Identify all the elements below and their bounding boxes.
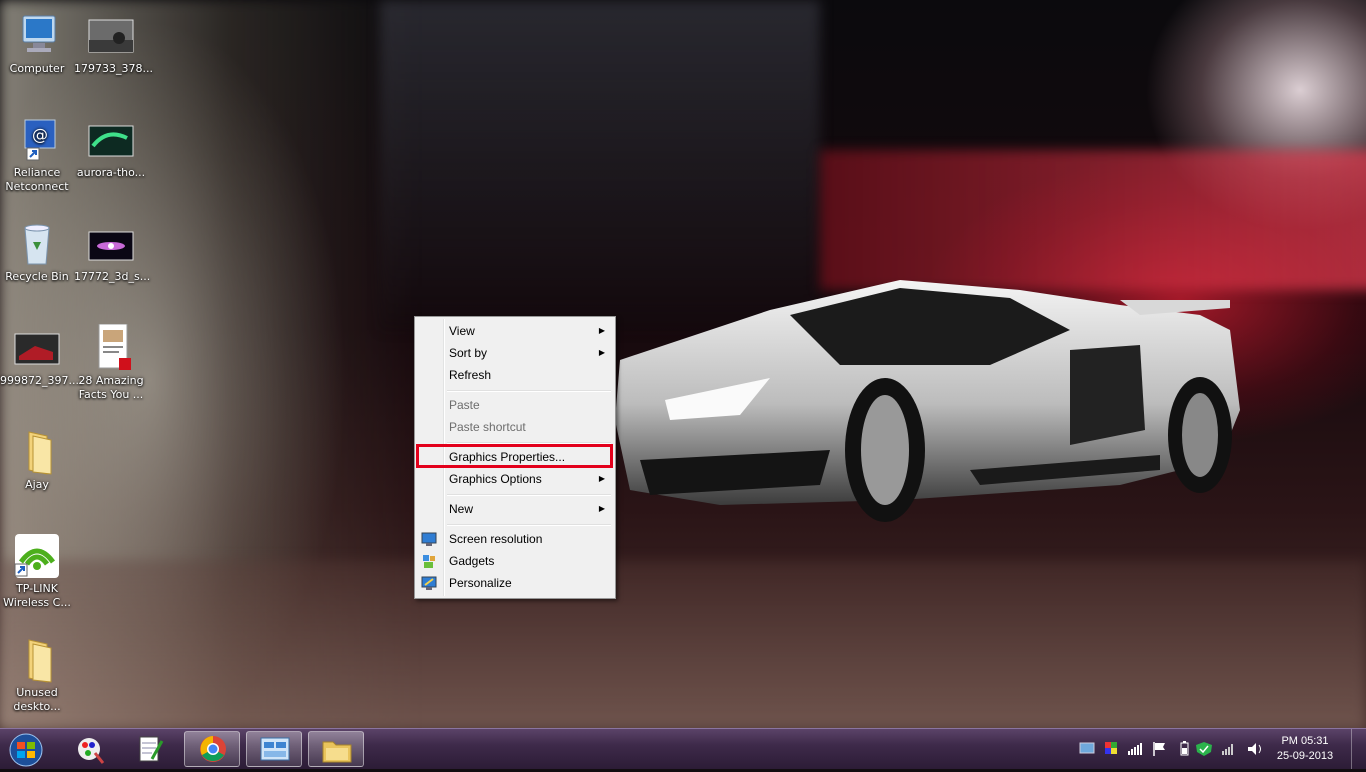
submenu-arrow-icon: ▶ xyxy=(598,474,605,483)
desktop-icon-label: Computer xyxy=(9,62,65,75)
clock-date: 25-09-2013 xyxy=(1276,750,1334,762)
image-thumbnail-icon xyxy=(87,220,135,268)
desktop-icon-label: 179733_378... xyxy=(74,62,153,75)
display-tray-icon[interactable] xyxy=(1079,742,1095,754)
desktop-icon-label: aurora-tho... xyxy=(76,166,146,179)
menu-item-label: Refresh xyxy=(449,368,492,382)
taskbar-clock[interactable]: PM 05:31 25-09-2013 xyxy=(1270,734,1340,764)
desktop-icon-label: TP-LINK Wireless C... xyxy=(3,582,71,609)
menu-item-label: Paste xyxy=(449,398,480,412)
desktop-icon-folder-ajay[interactable]: Ajay xyxy=(0,428,74,492)
sports-car-image xyxy=(615,280,1240,522)
menu-item-graphics-options[interactable]: Graphics Options ▶ xyxy=(417,468,613,490)
color-tray-icon[interactable] xyxy=(1105,742,1117,754)
desktop-icon-label: Ajay xyxy=(25,478,49,491)
internet-shortcut-icon: @ xyxy=(13,116,61,164)
taskbar-notepad-button[interactable] xyxy=(122,731,178,767)
computer-icon xyxy=(13,12,61,60)
explorer-icon xyxy=(322,741,352,763)
wireless-utility-icon xyxy=(13,532,61,580)
desktop-icon-image-file[interactable]: 179733_378... xyxy=(74,12,153,76)
desktop-icon-tp-link[interactable]: TP-LINK Wireless C... xyxy=(0,532,74,610)
image-thumbnail-icon xyxy=(13,324,61,372)
desktop-icon-3d-image[interactable]: 17772_3d_s... xyxy=(74,220,151,284)
image-thumbnail-icon xyxy=(87,116,135,164)
road-streak xyxy=(0,560,1366,728)
folder-icon xyxy=(13,428,61,476)
desktop-wallpaper xyxy=(0,0,1366,728)
menu-item-label: Graphics Options xyxy=(449,472,542,486)
menu-item-label: Personalize xyxy=(449,576,512,590)
submenu-arrow-icon: ▶ xyxy=(598,348,605,357)
menu-item-refresh[interactable]: Refresh xyxy=(417,364,613,386)
desktop-icon-label: Recycle Bin xyxy=(5,270,69,283)
taskbar: PM 05:31 25-09-2013 xyxy=(0,728,1366,769)
volume-icon[interactable] xyxy=(1248,743,1261,755)
taskbar-paint-button[interactable] xyxy=(61,731,117,767)
desktop-icon-label: 17772_3d_s... xyxy=(74,270,151,283)
desktop-icon-pdf[interactable]: 28 Amazing Facts You ... xyxy=(74,323,148,402)
menu-item-view[interactable]: View ▶ xyxy=(417,320,613,342)
action-center-flag-icon[interactable] xyxy=(1153,742,1165,756)
desktop-icon-aurora[interactable]: aurora-tho... xyxy=(74,116,148,180)
show-desktop-button[interactable] xyxy=(1351,729,1366,769)
pdf-document-icon xyxy=(87,323,135,372)
menu-item-label: Screen resolution xyxy=(449,532,543,546)
folder-icon xyxy=(13,636,61,684)
desktop-icon-computer[interactable]: Computer xyxy=(0,12,74,76)
menu-item-label: Sort by xyxy=(449,346,488,360)
menu-item-paste-shortcut: Paste shortcut xyxy=(417,416,613,438)
system-tray xyxy=(1078,739,1278,759)
desktop-icon-label: 28 Amazing Facts You ... xyxy=(78,374,144,401)
desktop-icon-label: Unused deskto... xyxy=(13,686,61,713)
desktop-icon-folder-unused[interactable]: Unused deskto... xyxy=(0,636,74,714)
start-button[interactable] xyxy=(0,731,52,767)
network-signal-icon[interactable] xyxy=(1222,744,1233,755)
menu-separator xyxy=(447,390,611,392)
clock-time: PM 05:31 xyxy=(1281,735,1329,747)
battery-icon[interactable] xyxy=(1180,741,1189,756)
menu-item-paste: Paste xyxy=(417,394,613,416)
screen-resolution-icon xyxy=(421,531,437,547)
desktop-icon-label: Reliance Netconnect xyxy=(5,166,69,193)
taskbar-explorer-button[interactable] xyxy=(308,731,364,767)
menu-item-label: Paste shortcut xyxy=(449,420,526,434)
chrome-icon xyxy=(200,736,226,762)
security-shield-icon[interactable] xyxy=(1196,742,1212,756)
menu-item-screen-resolution[interactable]: Screen resolution xyxy=(417,528,613,550)
svg-text:@: @ xyxy=(32,125,48,144)
image-thumbnail-icon xyxy=(87,12,135,60)
desktop-icon-recycle-bin[interactable]: Recycle Bin xyxy=(0,220,74,284)
desktop-icon-label: 999872_397... xyxy=(0,374,79,387)
taskbar-control-panel-button[interactable] xyxy=(246,731,302,767)
desktop-icon-reliance-netconnect[interactable]: @ Reliance Netconnect xyxy=(0,116,74,194)
menu-item-label: View xyxy=(449,324,475,338)
paint-icon xyxy=(78,738,105,764)
notepad-icon xyxy=(139,736,164,762)
gadgets-icon xyxy=(421,553,437,569)
menu-item-gadgets[interactable]: Gadgets xyxy=(417,550,613,572)
recycle-bin-icon xyxy=(13,220,61,268)
annotation-highlight-box xyxy=(416,444,613,468)
windows-start-icon xyxy=(9,733,43,767)
personalize-icon xyxy=(421,575,437,591)
taskbar-chrome-button[interactable] xyxy=(184,731,240,767)
menu-separator xyxy=(447,494,611,496)
motion-streak xyxy=(820,150,1366,290)
desktop-icon-image-file-2[interactable]: 999872_397... xyxy=(0,324,79,388)
menu-separator xyxy=(447,524,611,526)
signal-strength-icon[interactable] xyxy=(1128,743,1142,755)
submenu-arrow-icon: ▶ xyxy=(598,326,605,335)
menu-item-label: New xyxy=(449,502,474,516)
menu-item-sort-by[interactable]: Sort by ▶ xyxy=(417,342,613,364)
menu-item-personalize[interactable]: Personalize xyxy=(417,572,613,594)
control-panel-icon xyxy=(260,737,290,761)
menu-item-new[interactable]: New ▶ xyxy=(417,498,613,520)
menu-item-label: Gadgets xyxy=(449,554,495,568)
submenu-arrow-icon: ▶ xyxy=(598,504,605,513)
